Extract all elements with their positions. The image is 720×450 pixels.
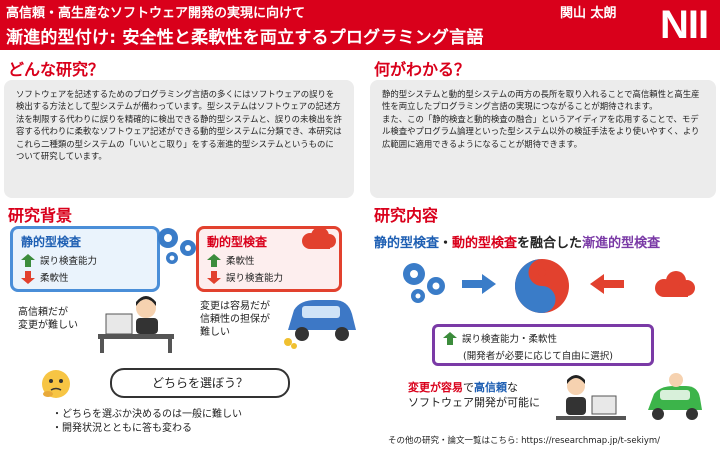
up-arrow-icon bbox=[207, 253, 221, 267]
worried-developer-illustration bbox=[98, 296, 174, 353]
header-subtitle: 高信頼・高生産なソフトウェア開発の実現に向けて bbox=[6, 6, 306, 21]
static-up-label: 誤り検査能力 bbox=[40, 256, 98, 267]
result-na: な bbox=[507, 381, 518, 394]
result-dev-possible: ソフトウェア開発が可能に bbox=[408, 396, 540, 409]
bullet-item: どちらを選ぶか決めるのは一般に難しい bbox=[52, 408, 332, 422]
fusion-mid: を融合した bbox=[517, 236, 583, 251]
car-illustration bbox=[284, 300, 356, 349]
research-textbox: ソフトウェアを記述するためのプログラミング言語の多くにはソフトウェアの誤りを検出… bbox=[4, 80, 354, 198]
footer-link[interactable]: その他の研究・論文一覧はこちら: https://researchmap.jp/… bbox=[388, 434, 660, 446]
research-heading: どんな研究？ bbox=[8, 60, 105, 79]
yin-yang-icon bbox=[515, 259, 569, 313]
dynamic-note: 変更は容易だが 信頼性の担保が 難しい bbox=[200, 301, 270, 338]
up-arrow-icon bbox=[21, 253, 35, 267]
fusion-dynamic: 動的型検査 bbox=[452, 236, 518, 251]
background-heading: 研究背景 bbox=[8, 206, 73, 225]
poster-title: 漸進的型付け: 安全性と柔軟性を両立するプログラミング言語 bbox=[6, 28, 484, 48]
dynamic-down-row: 誤り検査能力 bbox=[207, 270, 331, 284]
dynamic-down-label: 誤り検査能力 bbox=[226, 273, 284, 284]
fusion-static: 静的型検査 bbox=[374, 236, 440, 251]
fusion-sep: ・ bbox=[439, 236, 453, 251]
static-down-row: 柔軟性 bbox=[21, 270, 149, 284]
nii-logo: NII bbox=[659, 3, 709, 47]
findings-heading: 何がわかる？ bbox=[374, 60, 471, 79]
thinking-face-icon bbox=[42, 370, 70, 398]
findings-body-2: また、この「静的検査と動的検査の融合」というアイディアを応用することで、モデル検… bbox=[382, 113, 700, 149]
down-arrow-icon bbox=[207, 270, 221, 284]
background-bullets: どちらを選ぶか決めるのは一般に難しい 開発状況とともに答も変わる bbox=[52, 408, 332, 436]
merged-line-1: 誤り検査能力・柔軟性 bbox=[462, 334, 558, 345]
merged-line-2: (開発者が必要に応じて自由に選択) bbox=[463, 351, 613, 362]
research-body: ソフトウェアを記述するためのプログラミング言語の多くにはソフトウェアの誤りを検出… bbox=[16, 89, 342, 162]
fusion-gradual: 漸進的型検査 bbox=[582, 236, 661, 251]
gears-icon bbox=[403, 263, 445, 303]
fusion-title: 静的型検査・動的型検査を融合した漸進的型検査 bbox=[374, 232, 660, 251]
findings-textbox: 静的型システムと動的型システムの両方の長所を取り入れることで高信頼性と高生産性を… bbox=[370, 80, 716, 198]
right-arrow-icon bbox=[462, 274, 496, 294]
gradual-merged-box: 誤り検査能力・柔軟性 (開発者が必要に応じて自由に選択) bbox=[432, 324, 654, 366]
static-check-box: 静的型検査 誤り検査能力 柔軟性 bbox=[10, 226, 160, 292]
question-bubble: どちらを選ぼう？ bbox=[110, 368, 290, 398]
cloud-icon bbox=[655, 271, 695, 297]
result-text: 変更が容易で高信頼な ソフトウェア開発が可能に bbox=[408, 380, 578, 410]
result-reliable: 高信頼 bbox=[474, 381, 507, 394]
up-arrow-icon bbox=[443, 331, 457, 345]
result-easy-change: 変更が容易 bbox=[408, 381, 463, 394]
static-check-title: 静的型検査 bbox=[21, 235, 82, 249]
static-up-row: 誤り検査能力 bbox=[21, 253, 149, 267]
bullet-item: 開発状況とともに答も変わる bbox=[52, 422, 332, 436]
static-note: 高信頼だが 変更が難しい bbox=[18, 307, 78, 331]
cloud-icon bbox=[302, 227, 336, 249]
merged-row: 誤り検査能力・柔軟性 bbox=[443, 331, 643, 345]
down-arrow-icon bbox=[21, 270, 35, 284]
static-down-label: 柔軟性 bbox=[40, 273, 69, 284]
author-name: 関山 太朗 bbox=[560, 6, 617, 21]
happy-developer-illustration bbox=[556, 373, 702, 420]
dynamic-up-label: 柔軟性 bbox=[226, 256, 255, 267]
header-bar: 高信頼・高生産なソフトウェア開発の実現に向けて 関山 太朗 漸進的型付け: 安全… bbox=[0, 0, 720, 50]
content-heading: 研究内容 bbox=[374, 206, 439, 225]
dynamic-up-row: 柔軟性 bbox=[207, 253, 331, 267]
result-de: で bbox=[463, 381, 474, 394]
left-arrow-icon bbox=[590, 274, 624, 294]
findings-body-1: 静的型システムと動的型システムの両方の長所を取り入れることで高信頼性と高生産性を… bbox=[382, 89, 700, 112]
